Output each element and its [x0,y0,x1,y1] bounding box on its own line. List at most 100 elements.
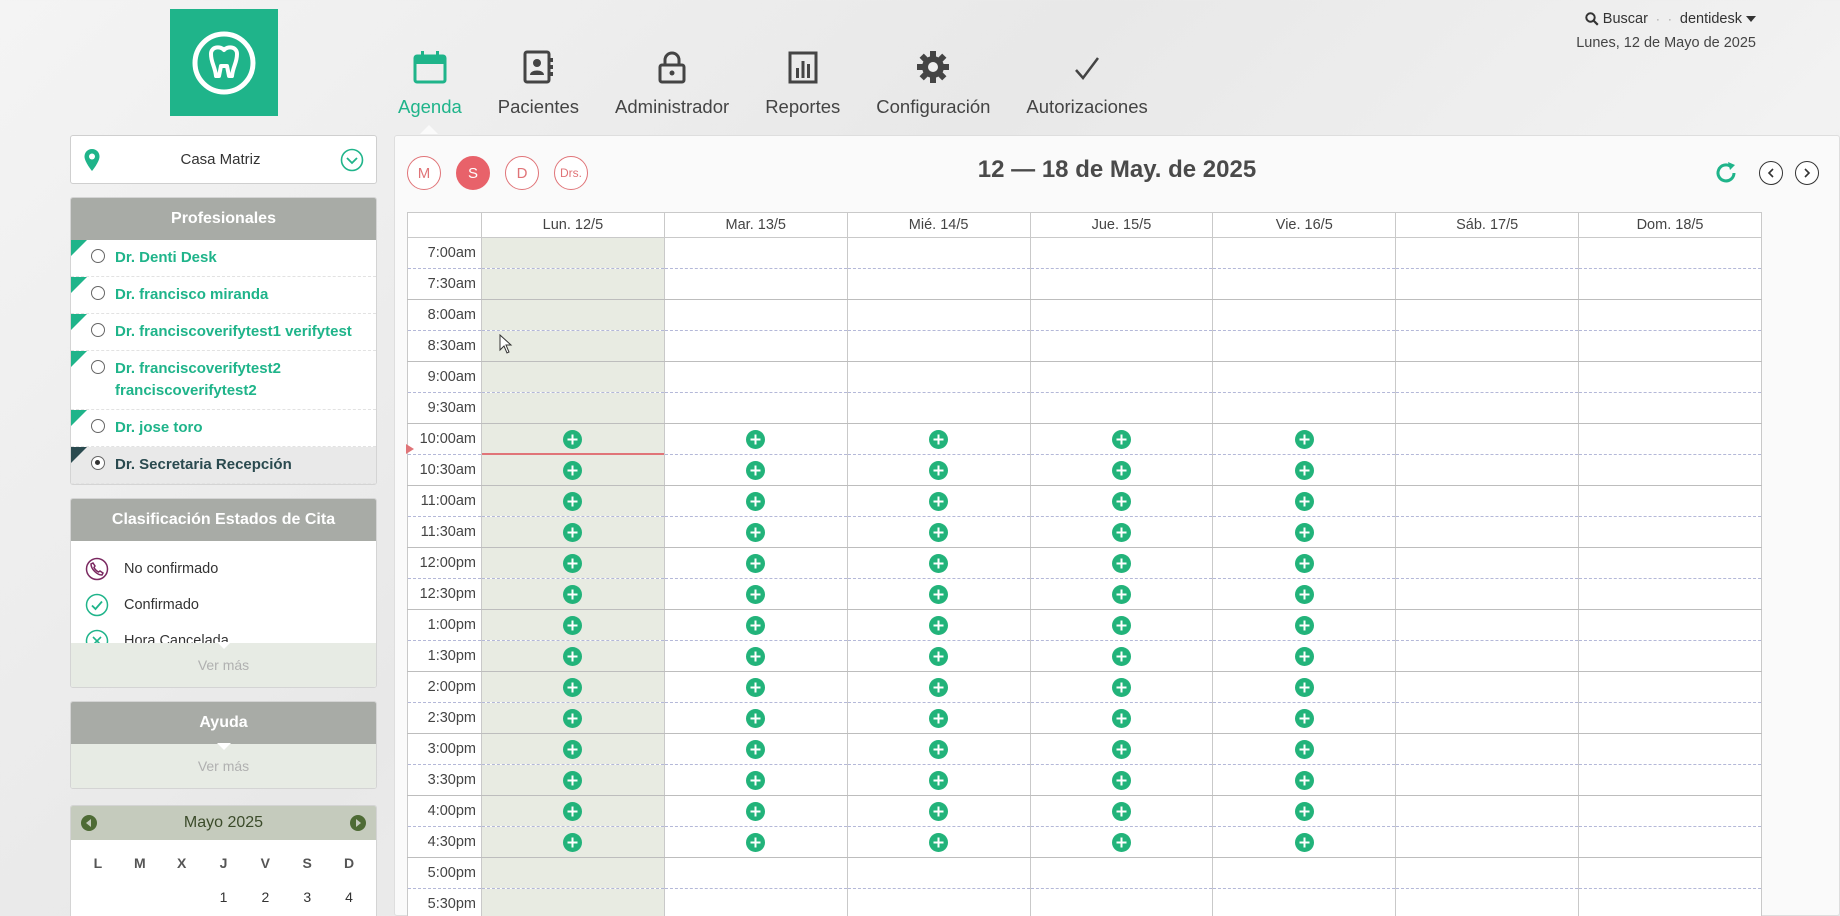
schedule-cell[interactable] [481,671,665,703]
calendar-day[interactable]: 4 [328,880,370,914]
nav-item-gear[interactable]: Configuración [858,44,1008,118]
calendar-day[interactable]: 3 [286,880,328,914]
schedule-cell[interactable] [1395,237,1580,269]
schedule-cell[interactable] [1578,857,1762,889]
schedule-cell[interactable] [1395,733,1580,765]
schedule-cell[interactable] [1029,826,1214,858]
schedule-cell[interactable] [481,361,665,393]
add-appointment-button[interactable] [1111,429,1131,449]
schedule-cell[interactable] [1395,516,1580,548]
add-appointment-button[interactable] [563,584,583,604]
schedule-cell[interactable] [1395,702,1580,734]
add-appointment-button[interactable] [1294,646,1314,666]
schedule-cell[interactable] [1578,640,1762,672]
schedule-cell[interactable] [846,330,1031,362]
add-appointment-button[interactable] [1294,460,1314,480]
add-appointment-button[interactable] [929,739,949,759]
schedule-cell[interactable] [846,795,1031,827]
schedule-cell[interactable] [663,547,848,579]
add-appointment-button[interactable] [563,708,583,728]
add-appointment-button[interactable] [1111,460,1131,480]
professional-radio[interactable] [91,286,105,300]
schedule-cell[interactable] [1578,361,1762,393]
add-appointment-button[interactable] [929,522,949,542]
schedule-cell[interactable] [846,423,1031,455]
schedule-cell[interactable] [663,392,848,424]
add-appointment-button[interactable] [746,739,766,759]
schedule-cell[interactable] [1395,361,1580,393]
schedule-cell[interactable] [846,671,1031,703]
schedule-cell[interactable] [1578,826,1762,858]
add-appointment-button[interactable] [1111,739,1131,759]
schedule-cell[interactable] [1395,826,1580,858]
schedule-cell[interactable] [1212,268,1397,300]
add-appointment-button[interactable] [746,801,766,821]
schedule-cell[interactable] [1212,888,1397,916]
schedule-cell[interactable] [663,516,848,548]
schedule-cell[interactable] [663,857,848,889]
schedule-cell[interactable] [1029,485,1214,517]
add-appointment-button[interactable] [563,491,583,511]
add-appointment-button[interactable] [1294,801,1314,821]
schedule-cell[interactable] [1212,826,1397,858]
add-appointment-button[interactable] [1111,491,1131,511]
schedule-cell[interactable] [1395,640,1580,672]
schedule-cell[interactable] [1578,299,1762,331]
schedule-cell[interactable] [1578,392,1762,424]
schedule-cell[interactable] [1395,392,1580,424]
professional-radio[interactable] [91,323,105,337]
add-appointment-button[interactable] [929,677,949,697]
schedule-cell[interactable] [663,330,848,362]
add-appointment-button[interactable] [929,553,949,573]
help-ver-mas-button[interactable]: Ver más [71,743,376,788]
schedule-cell[interactable] [846,578,1031,610]
schedule-cell[interactable] [1212,702,1397,734]
add-appointment-button[interactable] [563,677,583,697]
nav-item-check[interactable]: Autorizaciones [1008,44,1165,118]
schedule-cell[interactable] [663,826,848,858]
schedule-cell[interactable] [1212,299,1397,331]
schedule-cell[interactable] [663,237,848,269]
schedule-cell[interactable] [1212,764,1397,796]
schedule-cell[interactable] [1578,702,1762,734]
schedule-cell[interactable] [481,578,665,610]
professional-radio[interactable] [91,456,105,470]
professional-radio[interactable] [91,360,105,374]
add-appointment-button[interactable] [1294,677,1314,697]
nav-item-contacts[interactable]: Pacientes [480,44,597,118]
schedule-cell[interactable] [846,361,1031,393]
status-ver-mas-button[interactable]: Ver más [71,642,376,687]
schedule-cell[interactable] [1578,547,1762,579]
add-appointment-button[interactable] [1294,739,1314,759]
add-appointment-button[interactable] [929,708,949,728]
schedule-cell[interactable] [1395,795,1580,827]
schedule-cell[interactable] [1212,237,1397,269]
schedule-cell[interactable] [1395,423,1580,455]
next-week-button[interactable] [1795,161,1819,185]
add-appointment-button[interactable] [1294,491,1314,511]
add-appointment-button[interactable] [563,553,583,573]
schedule-cell[interactable] [846,733,1031,765]
schedule-cell[interactable] [1029,268,1214,300]
schedule-cell[interactable] [846,888,1031,916]
app-logo[interactable] [170,9,278,116]
next-month-button[interactable] [349,815,366,831]
add-appointment-button[interactable] [1111,677,1131,697]
schedule-cell[interactable] [1395,454,1580,486]
schedule-cell[interactable] [1395,547,1580,579]
add-appointment-button[interactable] [563,739,583,759]
add-appointment-button[interactable] [929,801,949,821]
schedule-cell[interactable] [1029,640,1214,672]
add-appointment-button[interactable] [1294,584,1314,604]
schedule-cell[interactable] [481,392,665,424]
schedule-cell[interactable] [663,671,848,703]
schedule-cell[interactable] [481,423,665,455]
schedule-cell[interactable] [481,454,665,486]
schedule-cell[interactable] [1578,609,1762,641]
calendar-day[interactable]: 1 [203,880,245,914]
add-appointment-button[interactable] [1111,615,1131,635]
prev-week-button[interactable] [1759,161,1783,185]
schedule-cell[interactable] [1578,454,1762,486]
nav-item-calendar[interactable]: Agenda [380,44,480,118]
schedule-cell[interactable] [846,857,1031,889]
